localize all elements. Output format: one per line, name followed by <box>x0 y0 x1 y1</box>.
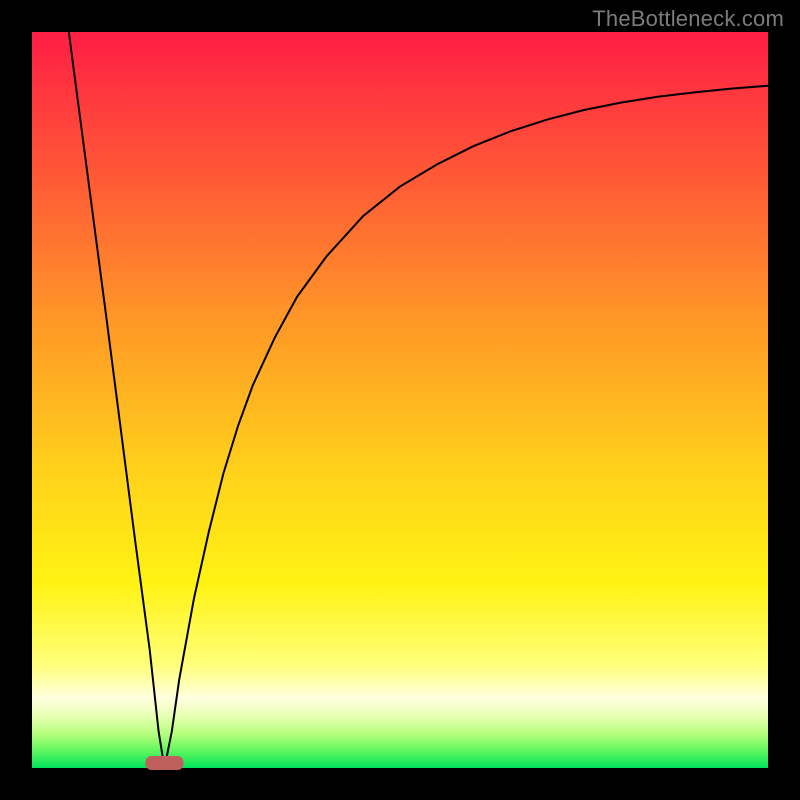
chart-container: TheBottleneck.com <box>0 0 800 800</box>
bottleneck-chart <box>0 0 800 800</box>
plot-area <box>32 32 768 768</box>
optimum-marker <box>145 756 183 770</box>
watermark-text: TheBottleneck.com <box>592 6 784 32</box>
